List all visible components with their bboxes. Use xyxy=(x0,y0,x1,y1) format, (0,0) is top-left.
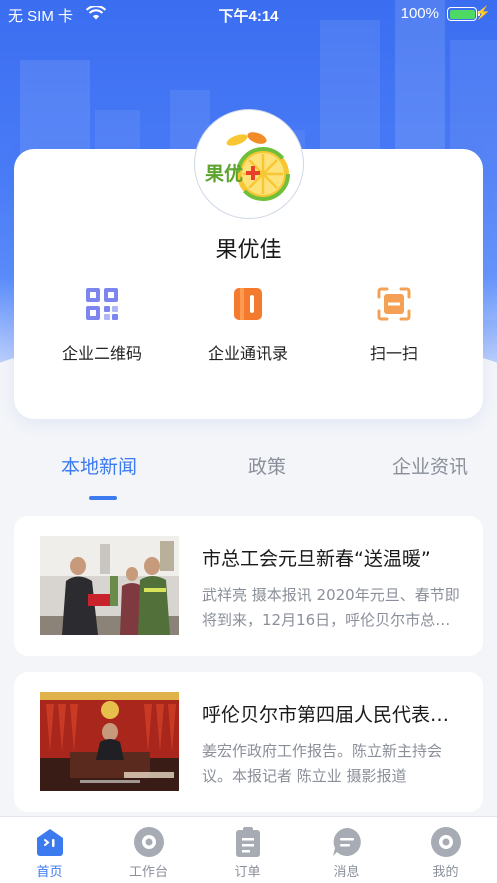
company-logo: 果优 xyxy=(194,109,304,219)
company-name: 果优佳 xyxy=(215,238,282,263)
news-thumbnail xyxy=(40,536,179,635)
tabbar-profile[interactable]: 我的 xyxy=(396,817,495,883)
tabbar-order-label: 订单 xyxy=(234,865,261,880)
battery-percent: 100% xyxy=(400,5,439,22)
scan-label: 扫一扫 xyxy=(369,344,418,363)
news-summary: 武祥亮 摄本报讯 2020年元旦、春节即将到来，12月16日，呼伦贝尔市总工会 xyxy=(202,586,460,629)
tab-policy[interactable]: 政策 xyxy=(248,452,286,479)
status-bar: 无 SIM 卡 下午4:14 100% ⚡ xyxy=(0,0,497,28)
news-title: 市总工会元旦新春“送温暖” xyxy=(202,548,431,570)
message-icon xyxy=(331,826,363,858)
qr-code-label: 企业二维码 xyxy=(61,344,142,363)
news-summary: 姜宏作政府工作报告。陈立新主持会议。本报记者 陈立业 摄影报道 xyxy=(202,742,443,785)
bottom-tab-bar: 首页 工作台 订单 消息 我的 xyxy=(0,816,497,883)
tabbar-profile-label: 我的 xyxy=(432,865,459,880)
logo-text: 果优 xyxy=(204,162,243,185)
company-logo-graphic: 果优 xyxy=(204,132,290,201)
tabbar-order[interactable]: 订单 xyxy=(198,817,297,883)
home-icon xyxy=(34,826,66,858)
tabbar-workbench-label: 工作台 xyxy=(128,865,168,880)
qr-code-icon xyxy=(82,284,122,324)
qr-code-button[interactable]: 企业二维码 xyxy=(24,284,180,368)
address-book-label: 企业通讯录 xyxy=(207,344,288,363)
tabbar-workbench[interactable]: 工作台 xyxy=(99,817,198,883)
news-item[interactable]: 呼伦贝尔市第四届人民代表大会 姜宏作政府工作报告。陈立新主持会议。本报记者 陈立… xyxy=(14,672,483,812)
tabbar-home[interactable]: 首页 xyxy=(0,817,99,883)
profile-icon xyxy=(430,826,462,858)
news-item[interactable]: 市总工会元旦新春“送温暖” 武祥亮 摄本报讯 2020年元旦、春节即将到来，12… xyxy=(14,516,483,656)
address-book-icon xyxy=(228,284,268,324)
order-icon xyxy=(232,826,264,858)
scan-button[interactable]: 扫一扫 xyxy=(316,284,472,368)
news-tabs: 本地新闻 政策 企业资讯 xyxy=(0,452,497,502)
news-thumbnail xyxy=(40,692,179,791)
quick-actions: 企业二维码 企业通讯录 扫一扫 xyxy=(14,284,483,374)
charging-icon: ⚡ xyxy=(474,5,491,20)
tabbar-home-label: 首页 xyxy=(36,865,63,880)
scan-icon xyxy=(374,284,414,324)
tabbar-message-label: 消息 xyxy=(333,865,360,880)
workbench-icon xyxy=(133,826,165,858)
tabbar-message[interactable]: 消息 xyxy=(297,817,396,883)
news-title: 呼伦贝尔市第四届人民代表大会 xyxy=(202,704,464,726)
tab-local-news[interactable]: 本地新闻 xyxy=(61,452,137,479)
tab-indicator xyxy=(89,496,117,500)
tab-enterprise-info[interactable]: 企业资讯 xyxy=(392,452,468,479)
battery-icon xyxy=(447,7,480,21)
address-book-button[interactable]: 企业通讯录 xyxy=(170,284,326,368)
